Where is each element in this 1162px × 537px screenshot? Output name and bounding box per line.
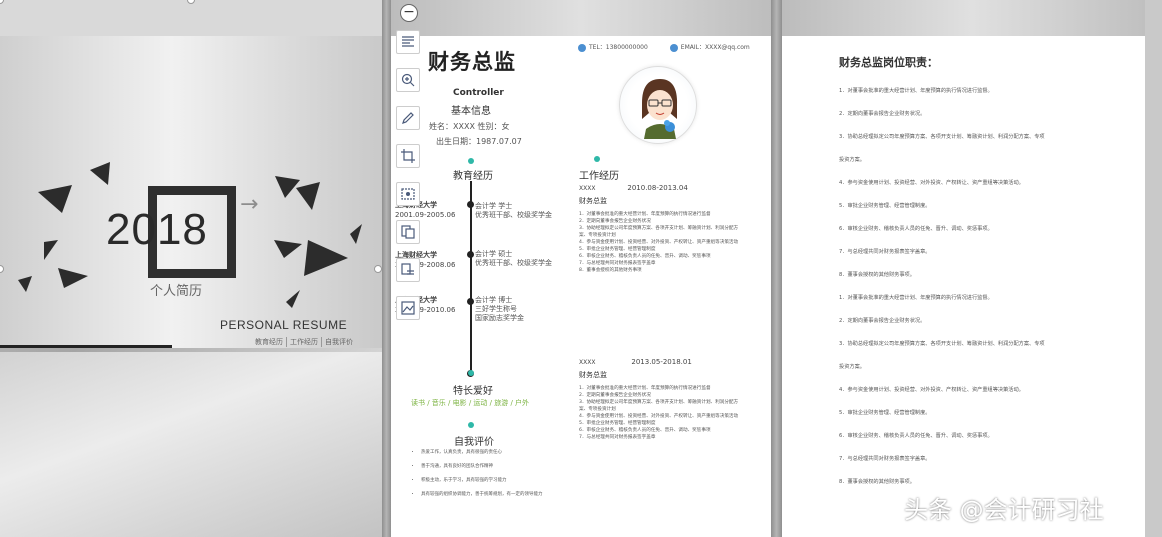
cover-nav-evaluation: 自我评价 bbox=[321, 337, 353, 347]
page-gap bbox=[771, 0, 782, 537]
hobbies-list: 读书 / 音乐 / 电影 / 运动 / 旅游 / 户外 bbox=[411, 399, 530, 407]
basic-info: 姓名：XXXX 性别：女 出生日期：1987.07.07 bbox=[429, 119, 522, 149]
vertical-scrollbar[interactable] bbox=[1145, 0, 1162, 537]
duty-item: 4．参与资金使用计划、投资经营、对外投资、产权转让、资产重组等决策活动。 bbox=[839, 180, 1024, 186]
duties-top-strip bbox=[782, 0, 1162, 36]
duty-item: 2．定期向董事会报告企业财务状况。 bbox=[839, 318, 926, 324]
job-header: XXXX 2010.08-2013.04 bbox=[579, 184, 688, 192]
basic-info-label: 基本信息 bbox=[451, 106, 491, 117]
zoom-in-icon bbox=[401, 73, 415, 87]
job-title: 财务总监 bbox=[579, 197, 607, 205]
edit-icon bbox=[402, 112, 414, 124]
education-label: 教育经历 bbox=[453, 171, 493, 182]
cover-year: 2018 bbox=[106, 205, 208, 254]
timeline-dot bbox=[467, 201, 474, 208]
map-pin-icon bbox=[594, 156, 600, 162]
cover-nav-work: 工作经历 bbox=[286, 337, 318, 347]
crop-button[interactable] bbox=[396, 144, 420, 168]
map-pin-icon bbox=[468, 370, 474, 376]
page-gap bbox=[382, 0, 391, 537]
education-detail: 会计学 博士 三好学生称号 国家励志奖学金 bbox=[475, 296, 524, 322]
resume-page[interactable]: 财务总监 TEL：13800000000 EMAIL：XXXX@qq.com C… bbox=[391, 36, 771, 537]
duty-item: 5．审批企业财务管理、经营管理制度。 bbox=[839, 410, 931, 416]
name-gender-line: 姓名：XXXX 性别：女 bbox=[429, 122, 510, 131]
image-effects-icon bbox=[401, 301, 415, 315]
job-header: XXXX 2013.05-2018.01 bbox=[579, 358, 692, 366]
map-pin-icon bbox=[468, 158, 474, 164]
job-duties-list: 1．对董事会批准的重大经营计划、年度预算的执行情况进行监督 2．定期向董事会报告… bbox=[579, 212, 739, 273]
duty-item: 6．审核企业财务、稽核负责人员的任免、晋升、调动、奖惩事项。 bbox=[839, 433, 993, 439]
resume-title: 财务总监 bbox=[428, 50, 516, 74]
image-to-text-icon bbox=[401, 263, 414, 275]
job-title: 财务总监 bbox=[579, 371, 607, 379]
arrow-right-icon: → bbox=[240, 192, 259, 217]
duty-item: 3．协助总经理拟定公司年度预算方案、各项开支计划、筹融资计划、利润分配方案、专项 bbox=[839, 341, 1045, 347]
cover-bottom-strip bbox=[0, 352, 382, 537]
avatar-illustration bbox=[642, 79, 678, 139]
phone-icon bbox=[578, 43, 586, 52]
position-english: Controller bbox=[453, 88, 504, 98]
duty-item: 7．与总经理共同对财务报表签字盖章。 bbox=[839, 456, 931, 462]
cover-subtitle: 个人简历 bbox=[150, 284, 203, 299]
watermark: 头条 @会计研习社 bbox=[904, 496, 1104, 524]
duty-item: 8．董事会授权的其他财务事项。 bbox=[839, 272, 915, 278]
duty-item: 5．审批企业财务管理、经营管理制度。 bbox=[839, 203, 931, 209]
cover-english-title: PERSONAL RESUME bbox=[220, 318, 348, 332]
timeline-dot bbox=[467, 251, 474, 258]
duty-item: 3．协助总经理拟定公司年度预算方案、各项开支计划、筹融资计划、利润分配方案、专项 bbox=[839, 134, 1045, 140]
picture-frame-button[interactable] bbox=[396, 182, 420, 206]
zoom-in-button[interactable] bbox=[396, 68, 420, 92]
resume-top-strip bbox=[391, 0, 771, 36]
evaluation-list: 热爱工作，认真负责，具有很强的责任心 善于沟通，具有良好的团队合作精神 积极主动… bbox=[415, 446, 555, 502]
image-effects-button[interactable] bbox=[396, 296, 420, 320]
cover-top-strip bbox=[0, 0, 382, 36]
hobbies-label: 特长爱好 bbox=[453, 386, 493, 397]
contact-bar: TEL：13800000000 EMAIL：XXXX@qq.com bbox=[578, 42, 750, 52]
replace-image-button[interactable] bbox=[396, 220, 420, 244]
replace-image-icon bbox=[401, 225, 415, 239]
duty-item: 1．对董事会批准的重大经营计划、年度预算的执行情况进行监督。 bbox=[839, 295, 993, 301]
education-detail: 会计学 硕士 优秀班干部、校级奖学金 bbox=[475, 250, 552, 267]
map-pin-icon bbox=[468, 422, 474, 428]
duty-item: 4．参与资金使用计划、投资经营、对外投资、产权转让、资产重组等决策活动。 bbox=[839, 387, 1024, 393]
education-detail: 会计学 学士 优秀班干部、校级奖学金 bbox=[475, 202, 552, 219]
picture-frame-icon bbox=[401, 188, 415, 200]
duties-title: 财务总监岗位职责： bbox=[839, 56, 938, 69]
cover-nav-education: 教育经历 bbox=[255, 338, 283, 346]
work-label: 工作经历 bbox=[579, 171, 619, 182]
education-timeline bbox=[470, 181, 472, 376]
job-duties-list: 1．对董事会批准的重大经营计划、年度预算的执行情况进行监督 2．定期向董事会报告… bbox=[579, 386, 739, 440]
cover-divider bbox=[0, 345, 172, 348]
timeline-dot bbox=[467, 298, 474, 305]
duty-item: 1．对董事会批准的重大经营计划、年度预算的执行情况进行监督。 bbox=[839, 88, 993, 94]
resize-handle-right[interactable] bbox=[374, 265, 382, 273]
resume-cover-page[interactable]: 2018 → 个人简历 PERSONAL RESUME 教育经历 工作经历 自我… bbox=[0, 0, 382, 537]
tel-contact: TEL：13800000000 bbox=[578, 42, 648, 52]
email-icon bbox=[669, 43, 678, 52]
image-to-text-button[interactable] bbox=[396, 258, 420, 282]
avatar[interactable] bbox=[619, 66, 697, 144]
cover-nav: 教育经历 工作经历 自我评价 bbox=[255, 337, 353, 347]
duty-item: 7．与总经理共同对财务报表签字盖章。 bbox=[839, 249, 931, 255]
edit-button[interactable] bbox=[396, 106, 420, 130]
duty-item: 投资方案。 bbox=[839, 364, 865, 370]
duty-item: 2．定期向董事会报告企业财务状况。 bbox=[839, 111, 926, 117]
crop-icon bbox=[401, 149, 415, 163]
duty-item: 投资方案。 bbox=[839, 157, 865, 163]
image-toolbar bbox=[396, 30, 422, 334]
text-wrap-icon bbox=[402, 36, 414, 47]
birth-line: 出生日期：1987.07.07 bbox=[436, 137, 522, 146]
duty-item: 6．审核企业财务、稽核负责人员的任免、晋升、调动、奖惩事项。 bbox=[839, 226, 993, 232]
duties-page[interactable]: 财务总监岗位职责： 1．对董事会批准的重大经营计划、年度预算的执行情况进行监督。… bbox=[782, 36, 1162, 537]
duties-list: 1．对董事会批准的重大经营计划、年度预算的执行情况进行监督。 2．定期向董事会报… bbox=[839, 80, 1119, 494]
email-contact: EMAIL：XXXX@qq.com bbox=[669, 42, 750, 52]
text-wrap-button[interactable] bbox=[396, 30, 420, 54]
collapse-button[interactable]: − bbox=[400, 4, 418, 22]
